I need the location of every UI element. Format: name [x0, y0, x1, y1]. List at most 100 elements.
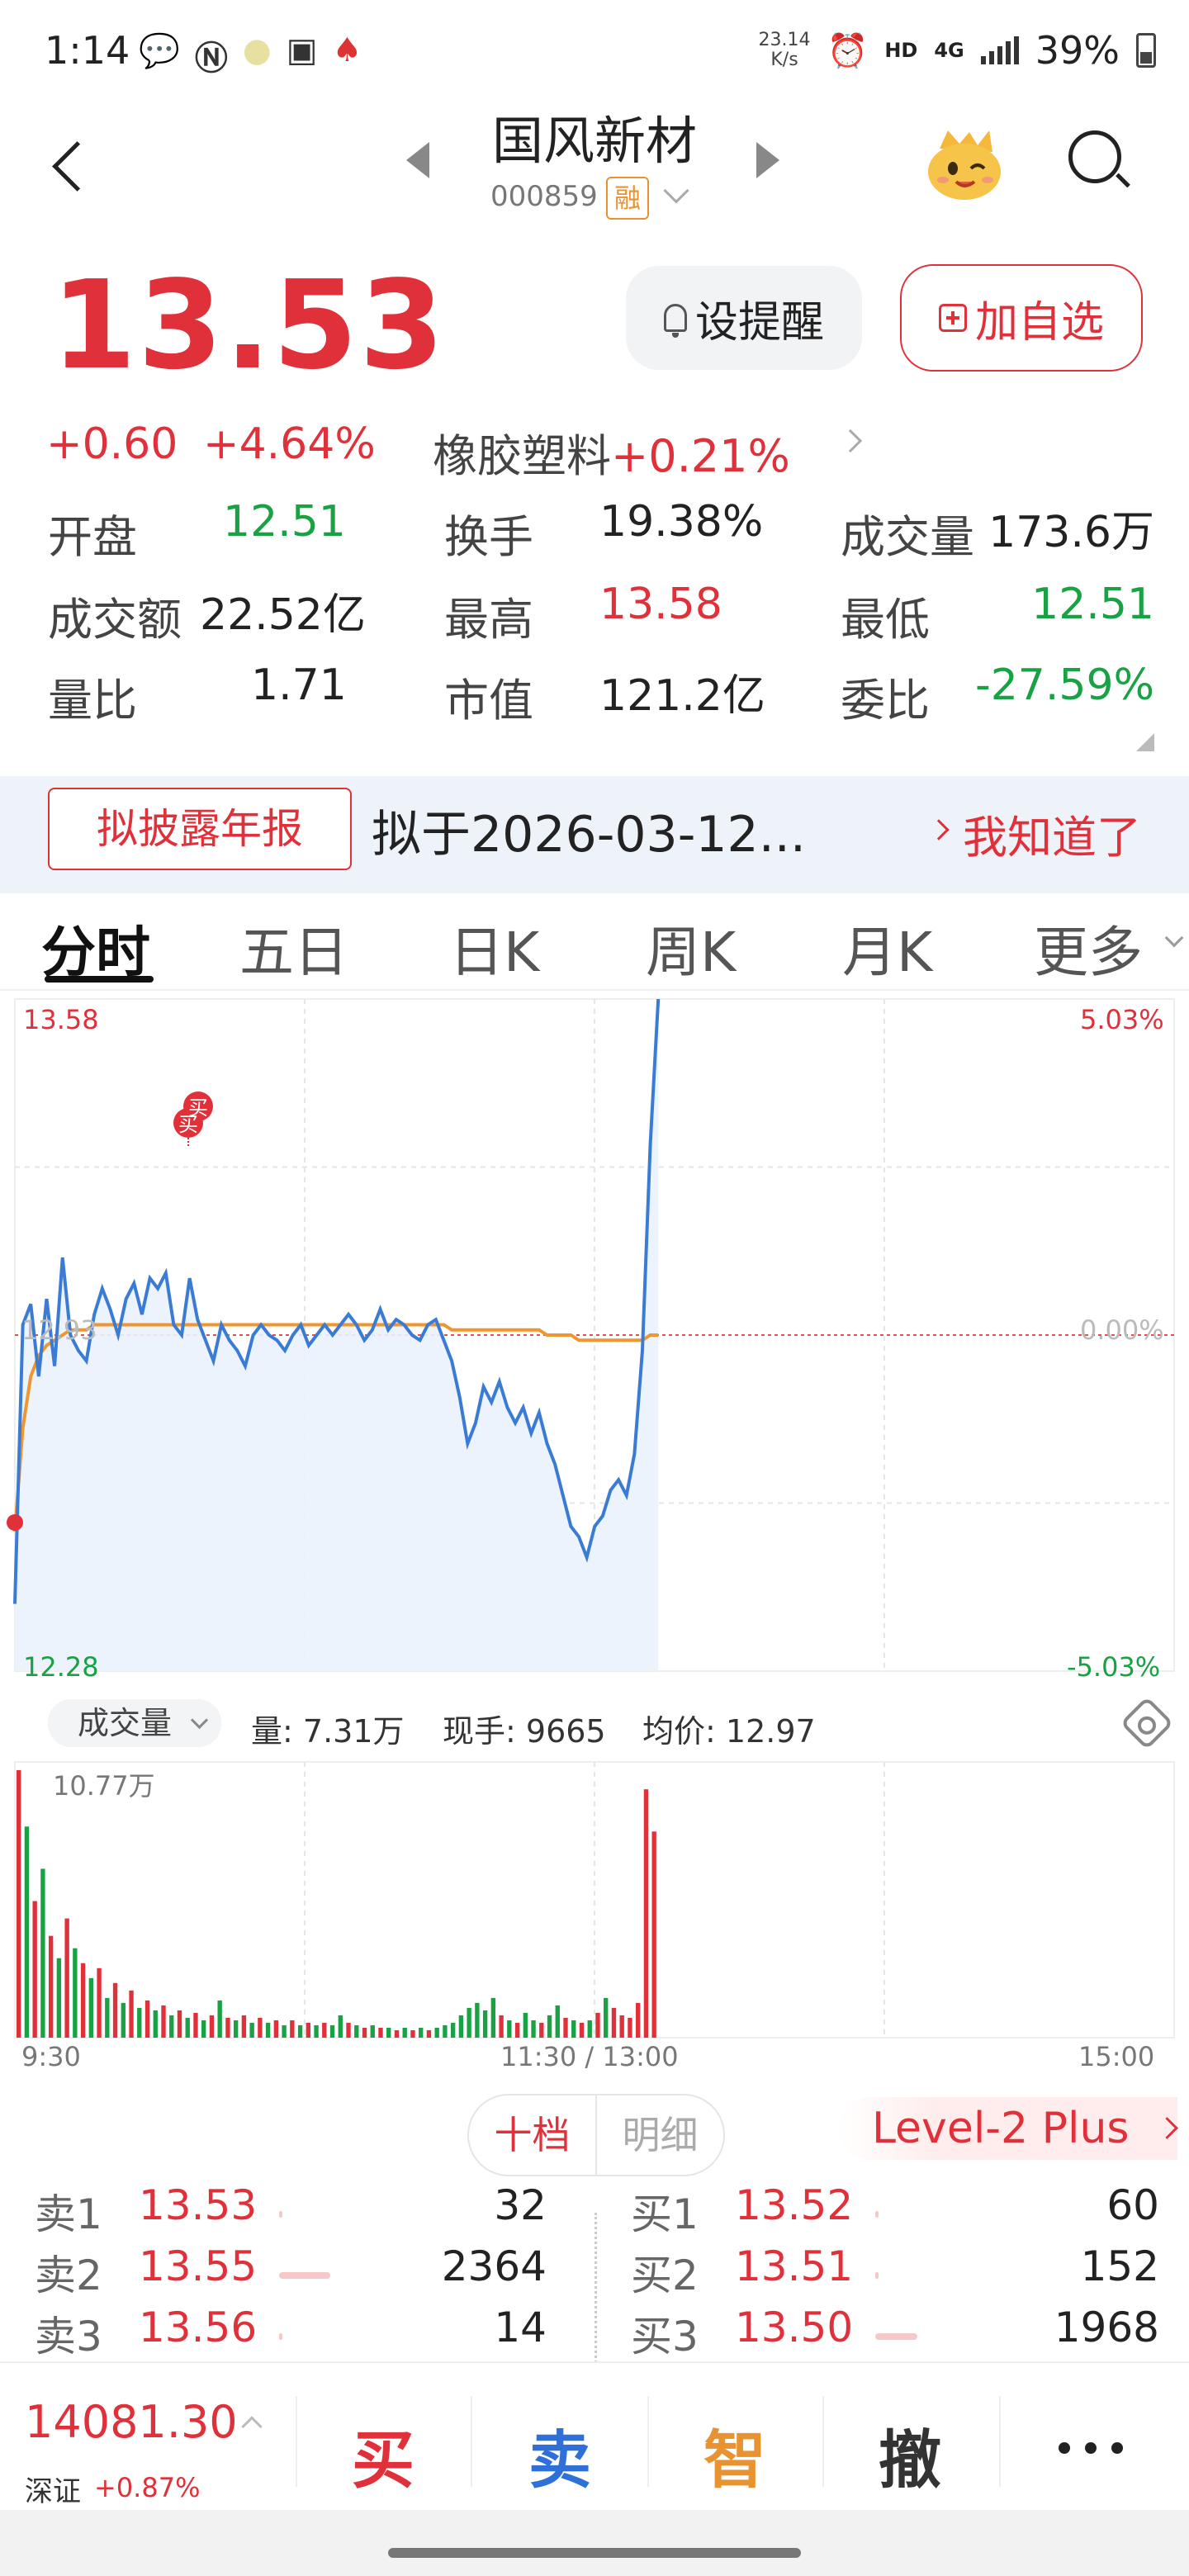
- tab-details[interactable]: 明细: [597, 2095, 723, 2175]
- prev-stock-icon[interactable]: [406, 142, 429, 178]
- sell-button[interactable]: 卖: [528, 2409, 591, 2500]
- price-chart-svg: 买买: [7, 998, 1175, 1672]
- order-level-price: 13.50: [735, 2304, 854, 2351]
- volume-bar: [450, 2022, 456, 2038]
- y-mid-label: 12.93: [21, 1314, 97, 1346]
- stat-label: 市值: [444, 675, 533, 727]
- volume-bar: [475, 2002, 480, 2038]
- volume-bar: [185, 2017, 190, 2038]
- network-type: 4G: [934, 39, 964, 62]
- order-level-price: 13.56: [139, 2304, 258, 2351]
- stat-label: 开盘: [48, 511, 137, 563]
- volume-bar: [265, 2022, 271, 2038]
- sector-name: 橡胶塑料: [433, 430, 611, 482]
- tab-ten-levels[interactable]: 十档: [469, 2095, 597, 2175]
- bid-row[interactable]: 买1 13.52 60: [631, 2181, 1176, 2239]
- volume-bar: [249, 2022, 254, 2038]
- ask-row[interactable]: 卖1 13.53 32: [35, 2181, 580, 2239]
- chevron-right-icon[interactable]: [838, 429, 863, 453]
- volume-bar: [370, 2024, 375, 2038]
- volume-bar: [563, 2017, 568, 2038]
- stat-value: 12.51: [223, 497, 346, 547]
- y-max-label: 13.58: [23, 1004, 99, 1035]
- cancel-order-button[interactable]: 撤: [879, 2409, 941, 2500]
- order-volume-bar: [875, 2272, 879, 2279]
- system-nav-bar: [0, 2510, 1189, 2576]
- settings-icon[interactable]: [1120, 1696, 1174, 1750]
- net-speed-value: 23.14: [758, 30, 811, 50]
- stat-label: 最高: [444, 594, 533, 646]
- order-book-tabs: 十档 明细: [467, 2094, 725, 2176]
- mascot-icon[interactable]: [923, 124, 1006, 203]
- expand-corner-icon[interactable]: [1136, 733, 1154, 751]
- bid-row[interactable]: 买3 13.50 1968: [631, 2304, 1176, 2361]
- volume-bar: [523, 2012, 528, 2038]
- volume-bar: [531, 2020, 536, 2038]
- order-level-price: 13.55: [139, 2242, 258, 2290]
- gallery-icon: ▣: [286, 31, 318, 69]
- buy-button[interactable]: 买: [352, 2409, 414, 2500]
- chevron-up-icon[interactable]: [241, 2416, 263, 2437]
- volume-bar: [604, 1997, 609, 2038]
- order-level-qty: 32: [494, 2181, 547, 2229]
- order-volume-bar: [279, 2272, 330, 2279]
- home-gesture-bar[interactable]: [388, 2548, 801, 2558]
- annual-report-notice[interactable]: 拟披露年报 拟于2026-03-12... 我知道了: [0, 776, 1189, 893]
- volume-bar: [386, 2027, 391, 2038]
- volume-bar: [338, 2015, 343, 2038]
- tab-more[interactable]: 更多: [1034, 908, 1143, 987]
- volume-bar: [217, 2000, 222, 2038]
- volume-bar: [467, 2007, 471, 2038]
- level2-plus-button[interactable]: Level-2 Plus: [839, 2097, 1177, 2160]
- volume-chart[interactable]: 10.77万 9:30 11:30 / 13:00 15:00: [0, 1757, 1189, 2087]
- next-stock-icon[interactable]: [756, 142, 779, 178]
- volume-bar: [161, 2005, 166, 2038]
- volume-info: 量: 7.31万: [251, 1706, 405, 1751]
- volume-bar: [40, 1868, 45, 2038]
- volume-bar: [121, 2002, 126, 2038]
- volume-bar: [482, 2010, 488, 2038]
- order-level-qty: 60: [1106, 2181, 1159, 2229]
- search-icon[interactable]: [1065, 127, 1131, 201]
- battery-icon: [1136, 33, 1156, 68]
- add-favorite-button[interactable]: 加自选: [900, 264, 1143, 372]
- volume-bar: [17, 1770, 21, 2038]
- volume-bar: [587, 2020, 592, 2038]
- active-tab-indicator: [45, 976, 154, 983]
- pct-max-label: 5.03%: [1080, 1004, 1164, 1035]
- ask-row[interactable]: 卖2 13.55 2364: [35, 2242, 580, 2300]
- dismiss-notice-button[interactable]: 我知道了: [963, 801, 1141, 866]
- stat-label: 最低: [841, 594, 930, 646]
- volume-bar: [24, 1826, 30, 2038]
- current-hand-info: 现手: 9665: [443, 1706, 606, 1751]
- tab-monthly-k[interactable]: 月K: [842, 908, 932, 987]
- indicator-select[interactable]: 成交量: [48, 1699, 221, 1747]
- ask-row[interactable]: 卖3 13.56 14: [35, 2304, 580, 2361]
- order-level-name: 买1: [631, 2190, 699, 2238]
- order-book-divider: [594, 2213, 597, 2378]
- tab-weekly-k[interactable]: 周K: [646, 908, 736, 987]
- avg-price-info: 均价: 12.97: [642, 1706, 816, 1751]
- stock-name: 国风新材: [491, 111, 697, 171]
- set-alert-button[interactable]: 设提醒: [626, 266, 862, 370]
- sector-link[interactable]: 橡胶塑料+0.21%: [433, 419, 790, 485]
- index-value[interactable]: 14081.30: [25, 2396, 238, 2448]
- trade-marker-label: 买: [178, 1113, 198, 1136]
- current-hand-label: 现手:: [443, 1713, 516, 1750]
- volume-bar: [177, 2010, 182, 2038]
- stat-value: 1.71: [251, 661, 347, 710]
- tab-five-day[interactable]: 五日: [239, 908, 348, 987]
- volume-bar: [458, 2015, 464, 2038]
- stat-label: 成交量: [841, 511, 974, 563]
- stat-value: 12.51: [1031, 580, 1154, 629]
- chevron-down-icon[interactable]: [1164, 928, 1184, 948]
- bid-row[interactable]: 买2 13.51 152: [631, 2242, 1176, 2300]
- smart-button[interactable]: 智: [703, 2409, 766, 2500]
- chevron-down-icon[interactable]: [663, 178, 689, 204]
- tab-daily-k[interactable]: 日K: [449, 908, 539, 987]
- intraday-chart[interactable]: 买买 13.58 5.03% 12.93 0.00% 12.28 -5.03%: [0, 991, 1189, 1684]
- stat-value: 173.6万: [988, 508, 1154, 557]
- signal-icon: [980, 36, 1019, 64]
- more-icon[interactable]: [1059, 2442, 1123, 2454]
- back-button[interactable]: [48, 132, 97, 206]
